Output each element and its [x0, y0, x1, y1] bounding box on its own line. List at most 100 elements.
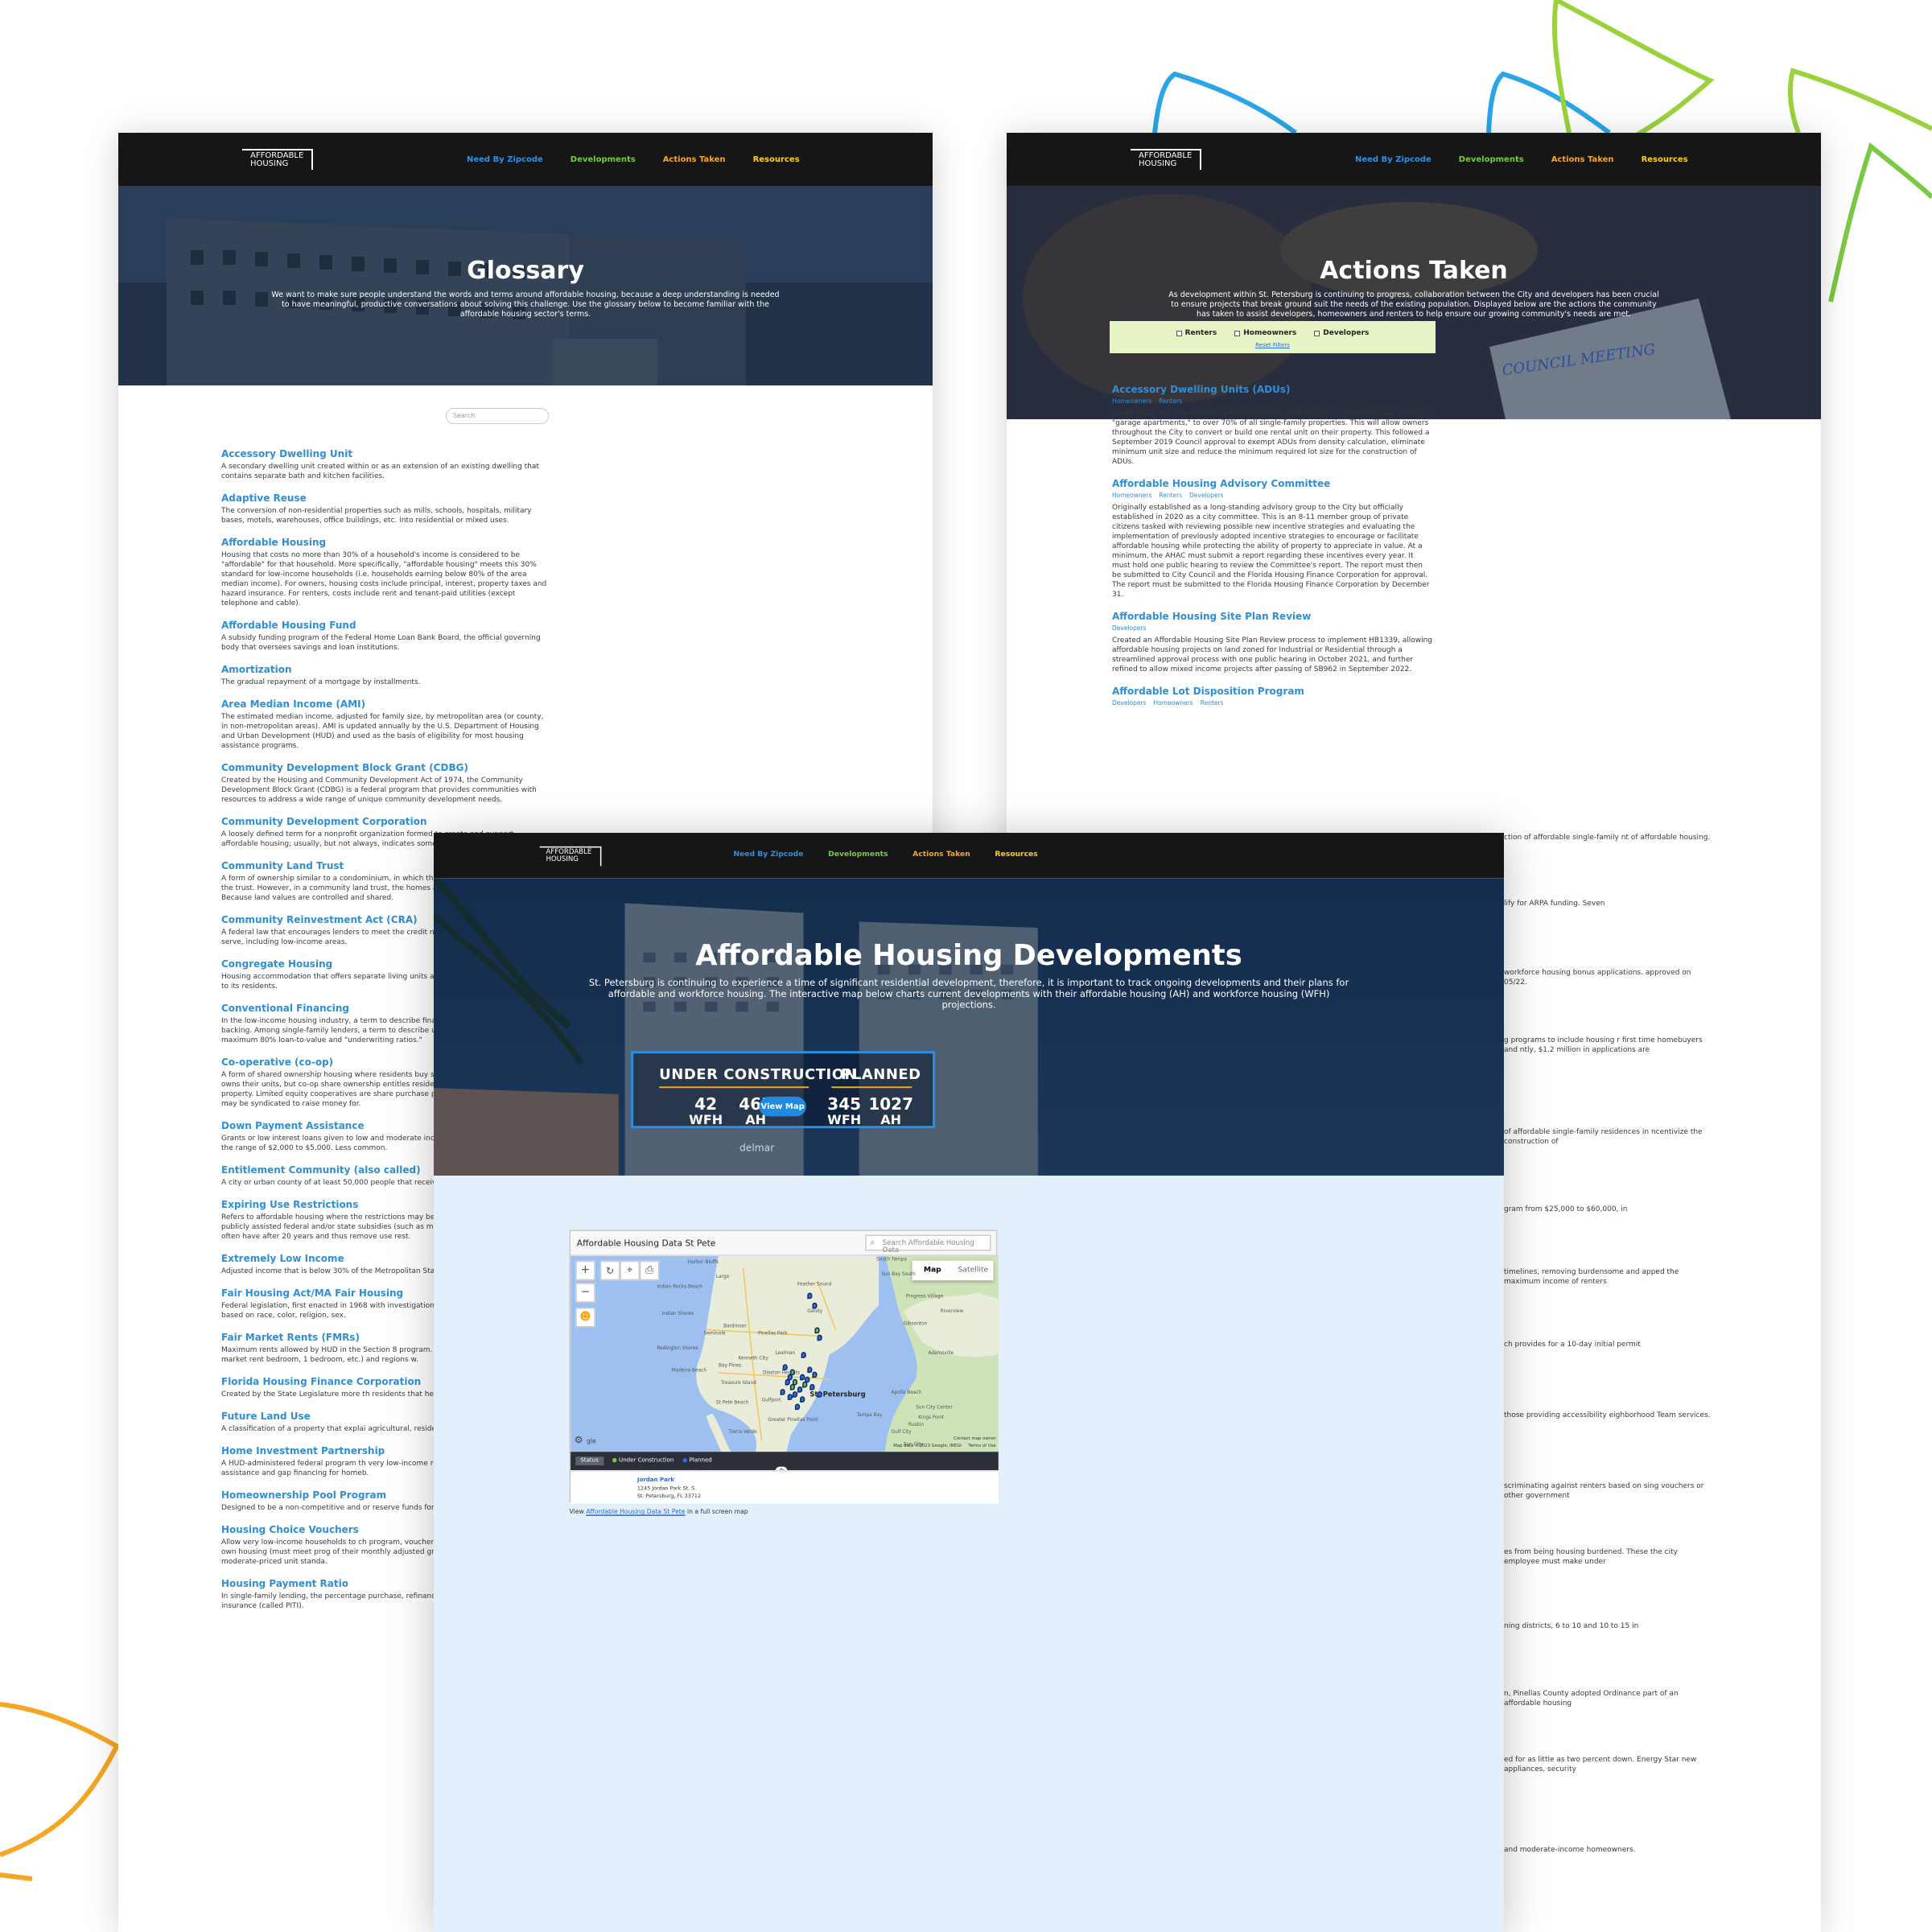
action-description-fragment: timelines, removing burdensome and apped…	[1504, 1268, 1679, 1286]
action-title[interactable]: Accessory Dwelling Units (ADUs)	[1112, 384, 1432, 395]
map-section: Affordable Housing Data St Pete ⌕ Search…	[434, 1175, 1504, 1932]
nav-need-by-zipcode[interactable]: Need By Zipcode	[1355, 155, 1431, 164]
nav-resources[interactable]: Resources	[753, 155, 800, 164]
action-tag[interactable]: Renters	[1159, 398, 1182, 405]
locate-icon[interactable]: ⌖	[620, 1260, 640, 1281]
map-place-label: Greater Pinellas Point	[768, 1415, 818, 1423]
action-tag[interactable]: Renters	[1201, 699, 1224, 706]
filter-homeowners[interactable]: Homeowners	[1234, 329, 1296, 337]
terms-link[interactable]: Terms of Use	[968, 1443, 995, 1448]
green-pin-icon[interactable]	[814, 1327, 820, 1334]
glossary-term[interactable]: Community Development Corporation	[221, 816, 551, 827]
view-map-button[interactable]: View Map	[759, 1096, 806, 1117]
map-result-card[interactable]: Jordan Park 1245 Jordan Park St. S. St. …	[571, 1470, 999, 1504]
blue-pin-icon[interactable]	[807, 1366, 813, 1374]
developments-content: AFFORDABLE HOUSING Need By Zipcode Devel…	[434, 833, 1504, 1932]
blue-pin-icon[interactable]	[785, 1378, 790, 1386]
status-dropdown[interactable]: Status	[575, 1456, 603, 1466]
reset-filters-link[interactable]: Reset Filters	[1110, 342, 1436, 348]
action-title[interactable]: Affordable Housing Site Plan Review	[1112, 611, 1432, 622]
actions-list: Accessory Dwelling Units (ADUs) Homeowner…	[1112, 384, 1432, 718]
blue-pin-icon[interactable]	[801, 1352, 806, 1358]
action-tags: Developers Homeowners Renters	[1112, 699, 1432, 706]
nav-actions-taken[interactable]: Actions Taken	[912, 850, 970, 859]
filter-label: Renters	[1184, 329, 1217, 337]
map-place-label: Seminole	[703, 1329, 726, 1337]
glossary-term[interactable]: Affordable Housing	[221, 537, 551, 548]
nav-developments[interactable]: Developments	[828, 850, 888, 859]
action-tag[interactable]: Homeowners	[1153, 699, 1193, 706]
action-title[interactable]: Affordable Lot Disposition Program	[1112, 686, 1432, 697]
action-tag[interactable]: Homeowners	[1112, 492, 1151, 499]
refresh-icon[interactable]: ↻	[599, 1260, 620, 1281]
action-description-fragment: ction of affordable single-family nt of …	[1504, 834, 1711, 842]
checkbox-icon	[1314, 330, 1320, 336]
nav-resources[interactable]: Resources	[1642, 155, 1688, 164]
print-icon[interactable]: ⎙	[639, 1260, 660, 1281]
map-search-input[interactable]: ⌕ Search Affordable Housing Data	[865, 1234, 991, 1254]
action-tag[interactable]: Renters	[1159, 492, 1182, 499]
green-pin-icon[interactable]	[789, 1383, 795, 1390]
result-name[interactable]: Jordan Park	[637, 1477, 674, 1484]
hero-photo	[118, 186, 933, 385]
gear-icon[interactable]: ⚙	[575, 1435, 583, 1446]
contact-map-owner-link[interactable]: Contact map owner	[954, 1436, 996, 1440]
glossary-item: Affordable Housing Fund A subsidy funding…	[221, 620, 551, 653]
blue-pin-icon[interactable]	[792, 1391, 798, 1398]
logo[interactable]: AFFORDABLE HOUSING	[1131, 149, 1201, 170]
action-tag[interactable]: Developers	[1189, 492, 1223, 499]
logo[interactable]: AFFORDABLE HOUSING	[242, 149, 313, 170]
action-tag[interactable]: Developers	[1112, 699, 1146, 706]
nav-actions-taken[interactable]: Actions Taken	[663, 155, 726, 164]
map-place-label: Treasure Island	[721, 1378, 756, 1386]
filter-renters[interactable]: Renters	[1176, 329, 1217, 337]
page-intro: As development within St. Petersburg is …	[1168, 290, 1659, 319]
glossary-term[interactable]: Adaptive Reuse	[221, 492, 551, 504]
blue-pin-icon[interactable]	[780, 1389, 785, 1395]
blue-pin-icon[interactable]	[809, 1383, 815, 1390]
blue-pin-icon[interactable]	[817, 1391, 822, 1398]
action-description: Originally established as a long-standin…	[1112, 504, 1430, 599]
nav-need-by-zipcode[interactable]: Need By Zipcode	[733, 850, 803, 859]
blue-pin-icon[interactable]	[782, 1364, 788, 1371]
satellite-view-button[interactable]: Satellite	[953, 1261, 994, 1281]
action-tag[interactable]: Homeowners	[1112, 398, 1151, 405]
nav-developments[interactable]: Developments	[571, 155, 636, 164]
search-input[interactable]: Search	[446, 408, 549, 424]
map-place-label: Apollo Beach	[891, 1389, 922, 1395]
logo-line2: HOUSING	[546, 855, 579, 863]
street-view-icon[interactable]: ☻	[575, 1307, 595, 1328]
green-pin-icon[interactable]	[789, 1369, 795, 1376]
glossary-term[interactable]: Community Development Block Grant (CDBG)	[221, 762, 551, 773]
glossary-term[interactable]: Area Median Income (AMI)	[221, 698, 551, 710]
map-place-label: Harbor Bluffs	[687, 1258, 719, 1265]
blue-pin-icon[interactable]	[817, 1334, 822, 1341]
blue-pin-icon[interactable]	[800, 1396, 805, 1403]
nav-links: Need By Zipcode Developments Actions Tak…	[733, 850, 1037, 859]
result-address-line1: 1245 Jordan Park St. S.	[636, 1485, 697, 1492]
filter-developers[interactable]: Developers	[1314, 329, 1369, 337]
map-canvas[interactable]: + − ☻ ↻ ⌖ ⎙ Map Satellite Harbor Bluffs L…	[571, 1255, 999, 1452]
divider	[659, 1086, 809, 1089]
planned-heading: PLANNED	[841, 1066, 921, 1084]
action-description-fragment: ch provides for a 10-day initial permit	[1504, 1341, 1641, 1349]
action-tag[interactable]: Developers	[1112, 624, 1146, 632]
blue-pin-icon[interactable]	[812, 1302, 818, 1309]
blue-pin-icon[interactable]	[807, 1292, 813, 1300]
nav-actions-taken[interactable]: Actions Taken	[1551, 155, 1614, 164]
nav-developments[interactable]: Developments	[1459, 155, 1524, 164]
green-pin-icon[interactable]	[802, 1381, 808, 1388]
action-title[interactable]: Affordable Housing Advisory Committee	[1112, 478, 1432, 489]
nav-resources[interactable]: Resources	[995, 850, 1037, 859]
blue-pin-icon[interactable]	[812, 1371, 818, 1378]
logo[interactable]: AFFORDABLE HOUSING	[539, 846, 602, 867]
zoom-out-button[interactable]: −	[575, 1283, 595, 1303]
zoom-in-button[interactable]: +	[575, 1260, 595, 1281]
full-screen-map-link[interactable]: Affordable Housing Data St Pete	[586, 1509, 685, 1516]
glossary-term[interactable]: Affordable Housing Fund	[221, 620, 551, 631]
nav-need-by-zipcode[interactable]: Need By Zipcode	[467, 155, 543, 164]
blue-pin-icon[interactable]	[794, 1403, 801, 1411]
glossary-term[interactable]: Amortization	[221, 664, 551, 675]
map-view-button[interactable]: Map	[912, 1261, 954, 1281]
glossary-term[interactable]: Accessory Dwelling Unit	[221, 448, 551, 459]
